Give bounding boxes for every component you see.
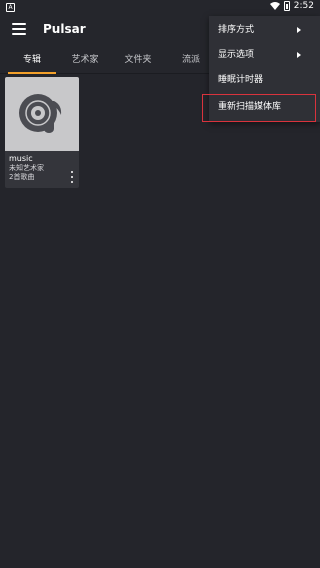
battery-icon bbox=[283, 1, 290, 11]
status-icons: 2:52 bbox=[269, 1, 314, 11]
submenu-arrow-icon bbox=[297, 52, 301, 58]
album-name: music bbox=[9, 154, 33, 163]
menu-item-label: 睡眠计时器 bbox=[218, 75, 264, 85]
disc-note-icon bbox=[19, 94, 62, 133]
album-info: music 未知艺术家 2首歌曲 bbox=[9, 154, 69, 182]
app-title: Pulsar bbox=[43, 22, 86, 36]
tab-albums[interactable]: 专辑 bbox=[5, 46, 59, 74]
menu-item-display-options[interactable]: 显示选项 bbox=[209, 43, 320, 68]
hamburger-icon[interactable] bbox=[12, 23, 26, 37]
menu-item-sort[interactable]: 排序方式 bbox=[209, 18, 320, 43]
wifi-icon bbox=[269, 2, 280, 10]
album-song-count: 2首歌曲 bbox=[9, 173, 35, 181]
status-time: 2:52 bbox=[293, 1, 314, 11]
album-card[interactable]: music 未知艺术家 2首歌曲 bbox=[5, 77, 79, 188]
notification-area: A bbox=[6, 2, 15, 12]
submenu-arrow-icon bbox=[297, 27, 301, 33]
more-options-icon[interactable] bbox=[69, 171, 75, 183]
menu-item-sleep-timer[interactable]: 睡眠计时器 bbox=[209, 68, 320, 93]
tab-folders[interactable]: 文件夹 bbox=[111, 46, 165, 74]
status-bar: A 2:52 bbox=[0, 0, 320, 14]
album-artist: 未知艺术家 bbox=[9, 164, 44, 172]
album-art bbox=[5, 77, 79, 151]
tab-artists[interactable]: 艺术家 bbox=[58, 46, 112, 74]
notification-icon: A bbox=[6, 3, 15, 12]
menu-item-label: 显示选项 bbox=[218, 50, 255, 60]
highlight-box bbox=[202, 94, 316, 122]
menu-item-label: 排序方式 bbox=[218, 25, 255, 35]
